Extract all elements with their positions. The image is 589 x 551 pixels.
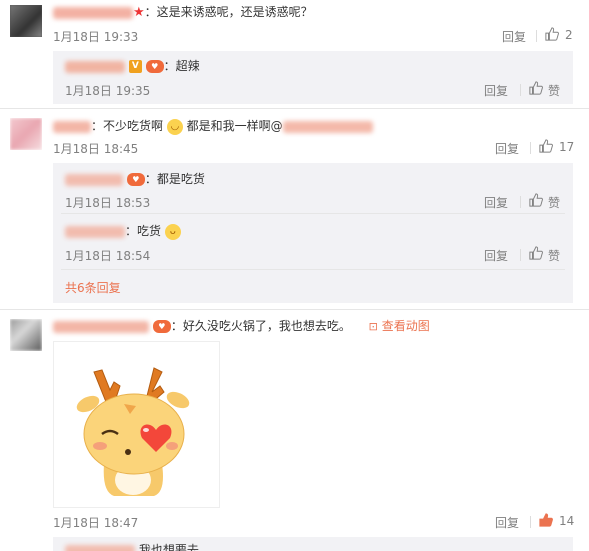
- comment-text: ：这是来诱惑呢，还是诱惑呢？: [144, 5, 313, 19]
- reply-list: V ♥ ：超辣 1月18日 19:35 回复 赞: [53, 51, 573, 104]
- like-icon[interactable]: [545, 27, 559, 41]
- divider: [530, 142, 531, 154]
- reply-list: ♥ ：都是吃货 1月18日 18:53 回复 赞 ：吃货 ᴗ 1月18日 18:5…: [53, 163, 573, 303]
- reply-text-line: ♥ ：都是吃货: [65, 172, 205, 186]
- reply-text-line: V ♥ ：超辣: [65, 59, 200, 73]
- reply-button[interactable]: 回复: [484, 82, 508, 99]
- reply-text: ：超辣: [163, 59, 200, 73]
- divider: [0, 309, 589, 310]
- divider: [61, 269, 565, 270]
- deer-sticker-icon: [76, 367, 190, 496]
- divider: [520, 249, 521, 261]
- comment-text-line: ♥ ：好久没吃火锅了，我也想去吃。 ⊡ 查看动图: [53, 318, 430, 335]
- like-icon-active[interactable]: [539, 513, 553, 527]
- like-count: 17: [559, 140, 575, 154]
- member-badge-icon: ♥: [126, 173, 145, 186]
- laughing-emoji-icon: ◡: [166, 118, 183, 135]
- reply-text: ：吃货: [125, 224, 162, 238]
- like-icon[interactable]: [529, 193, 543, 207]
- reply-button[interactable]: 回复: [495, 514, 519, 531]
- member-badge-icon: ♥: [152, 320, 171, 333]
- comment-gif-image[interactable]: [53, 341, 220, 508]
- divider: [530, 516, 531, 528]
- reply-button[interactable]: 回复: [484, 247, 508, 264]
- avatar[interactable]: [10, 319, 42, 351]
- like-button[interactable]: 赞: [548, 194, 560, 211]
- divider: [536, 30, 537, 42]
- mention-link[interactable]: [282, 120, 373, 133]
- username-link[interactable]: [53, 120, 91, 133]
- view-gif-label: 查看动图: [381, 319, 430, 333]
- comment-time: 1月18日 18:47: [53, 516, 139, 530]
- reply-time: 1月18日 18:54: [65, 249, 151, 263]
- username-link[interactable]: [53, 320, 149, 333]
- username-link[interactable]: [53, 6, 133, 19]
- divider: [61, 213, 565, 214]
- more-replies-link[interactable]: 共6条回复: [65, 279, 121, 296]
- username-link[interactable]: [65, 173, 123, 186]
- reply-button[interactable]: 回复: [502, 28, 526, 45]
- divider: [0, 108, 589, 109]
- comment-text: ：不少吃货啊: [91, 119, 164, 133]
- star-icon: ★: [133, 5, 145, 20]
- username-link[interactable]: [65, 544, 135, 551]
- like-count: 14: [559, 514, 575, 528]
- username-link[interactable]: [65, 60, 125, 73]
- tongue-emoji-icon: ᴗ: [164, 223, 181, 240]
- like-icon[interactable]: [539, 139, 553, 153]
- reply-button[interactable]: 回复: [495, 140, 519, 157]
- image-icon: ⊡: [368, 320, 378, 333]
- reply-text: 我也想要去: [138, 543, 199, 551]
- comment-text: ：好久没吃火锅了，我也想去吃。: [170, 319, 351, 333]
- view-gif-link[interactable]: ⊡ 查看动图: [369, 319, 430, 333]
- reply-text-line: 我也想要去: [65, 543, 199, 551]
- comment-text-line: ★：这是来诱惑呢，还是诱惑呢？: [53, 5, 313, 20]
- like-icon[interactable]: [529, 246, 543, 260]
- reply-time: 1月18日 18:53: [65, 196, 151, 210]
- member-badge-icon: ♥: [145, 60, 164, 73]
- like-button[interactable]: 赞: [548, 247, 560, 264]
- reply-list: 我也想要去: [53, 537, 573, 551]
- like-count: 2: [565, 28, 573, 42]
- like-button[interactable]: 赞: [548, 82, 560, 99]
- avatar[interactable]: [10, 118, 42, 150]
- reply-text-line: ：吃货 ᴗ: [65, 223, 181, 240]
- like-icon[interactable]: [529, 81, 543, 95]
- verified-icon: V: [128, 60, 142, 73]
- username-link[interactable]: [65, 225, 125, 238]
- comment-text: 都是和我一样啊@: [182, 119, 283, 133]
- divider: [520, 84, 521, 96]
- reply-button[interactable]: 回复: [484, 194, 508, 211]
- comment-text-line: ：不少吃货啊 ◡ 都是和我一样啊@: [53, 118, 373, 135]
- divider: [520, 196, 521, 208]
- reply-time: 1月18日 19:35: [65, 84, 151, 98]
- comment-time: 1月18日 18:45: [53, 142, 139, 156]
- reply-text: ：都是吃货: [144, 172, 205, 186]
- avatar[interactable]: [10, 5, 42, 37]
- comment-time: 1月18日 19:33: [53, 30, 139, 44]
